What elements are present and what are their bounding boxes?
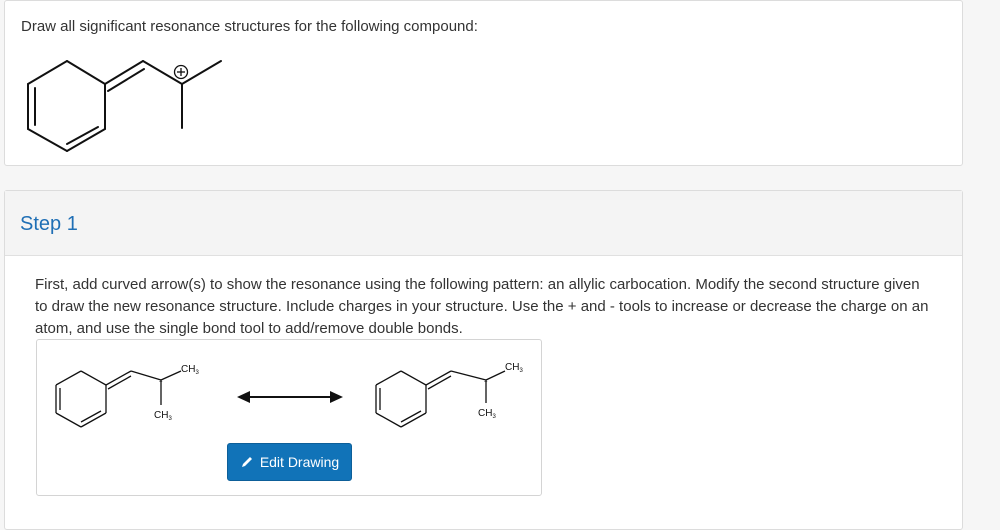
structure-2-methyl-top: CH3 [505, 362, 523, 374]
edit-drawing-button[interactable]: Edit Drawing [227, 443, 352, 481]
svg-text:+: + [159, 380, 163, 386]
step-card: Step 1 First, add curved arrow(s) to sho… [4, 190, 963, 530]
structure-1-methyl-bottom: CH3 [154, 410, 172, 422]
pencil-icon [241, 457, 252, 467]
plus-charge-icon [173, 64, 189, 80]
svg-text:+: + [484, 380, 488, 386]
resonance-drawing: + CH3 CH3 + CH3 CH3 [55, 362, 523, 428]
step-header: Step 1 [5, 191, 962, 256]
edit-drawing-label: Edit Drawing [259, 454, 340, 470]
double-headed-arrow-icon [237, 391, 343, 403]
structure-2-methyl-bottom: CH3 [478, 408, 496, 420]
question-card: Draw all significant resonance structure… [4, 0, 963, 166]
step-instructions: First, add curved arrow(s) to show the r… [35, 276, 929, 337]
question-prompt: Draw all significant resonance structure… [21, 18, 478, 35]
drawing-panel: + CH3 CH3 + CH3 CH3 Edit Drawing [36, 339, 542, 496]
step-title: Step 1 [20, 213, 78, 235]
structure-1-methyl-top: CH3 [181, 364, 199, 376]
compound-structure [27, 60, 222, 152]
